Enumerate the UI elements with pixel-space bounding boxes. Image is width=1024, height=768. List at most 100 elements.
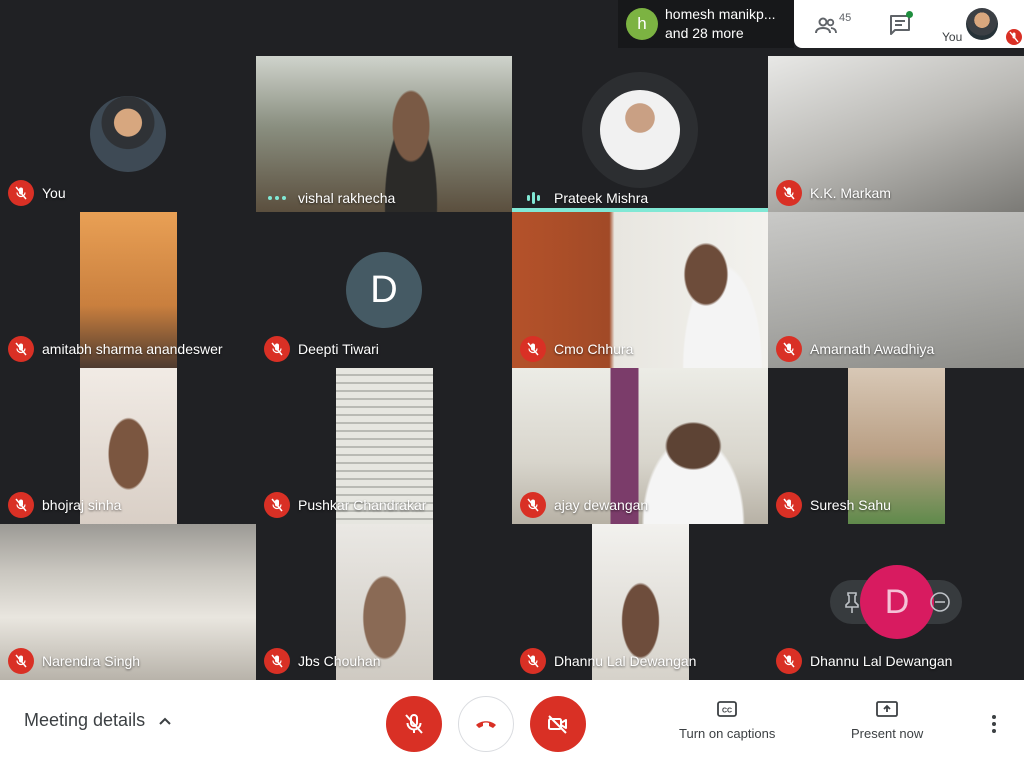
participant-tile[interactable]: Suresh Sahu bbox=[768, 368, 1024, 524]
hang-up-icon bbox=[476, 721, 496, 728]
participant-tile[interactable]: Dhannu Lal Dewangan bbox=[512, 524, 768, 680]
captions-button[interactable]: CC Turn on captions bbox=[679, 700, 775, 741]
mic-off-icon bbox=[264, 492, 290, 518]
participant-tile[interactable]: bhojraj sinha bbox=[0, 368, 256, 524]
participant-name: Suresh Sahu bbox=[810, 497, 891, 513]
mic-off-icon bbox=[8, 648, 34, 674]
participant-tile[interactable]: vishal rakhecha bbox=[256, 56, 512, 212]
participant-avatar-letter: D bbox=[346, 252, 422, 328]
meeting-details-button[interactable]: Meeting details bbox=[24, 710, 173, 731]
participant-label: Deepti Tiwari bbox=[264, 336, 379, 362]
participant-label: Dhannu Lal Dewangan bbox=[776, 648, 952, 674]
mic-off-icon bbox=[776, 180, 802, 206]
mic-off-icon bbox=[520, 492, 546, 518]
participant-label: vishal rakhecha bbox=[264, 190, 395, 206]
pin-icon[interactable] bbox=[842, 590, 862, 614]
participant-name: Prateek Mishra bbox=[554, 190, 649, 206]
camera-toggle-button[interactable] bbox=[530, 696, 586, 752]
participant-name: bhojraj sinha bbox=[42, 497, 122, 513]
participant-label: Dhannu Lal Dewangan bbox=[520, 648, 696, 674]
connecting-dots-icon bbox=[264, 196, 290, 200]
self-mic-off-icon bbox=[1006, 29, 1022, 45]
participant-name: amitabh sharma anandeswer bbox=[42, 341, 223, 357]
chevron-up-icon bbox=[159, 717, 171, 725]
participant-label: Suresh Sahu bbox=[776, 492, 891, 518]
minimize-icon[interactable] bbox=[929, 591, 951, 613]
chat-button[interactable] bbox=[888, 11, 916, 37]
participant-tile[interactable]: amitabh sharma anandeswer bbox=[0, 212, 256, 368]
present-icon bbox=[876, 701, 899, 717]
participant-name: Deepti Tiwari bbox=[298, 341, 379, 357]
presenter-text: homesh manikp... and 28 more bbox=[665, 5, 776, 43]
captions-icon: CC bbox=[717, 701, 738, 717]
present-label: Present now bbox=[851, 726, 924, 741]
participant-avatar-photo bbox=[90, 96, 166, 172]
video-feed bbox=[662, 212, 768, 368]
mic-off-icon bbox=[405, 714, 423, 734]
mic-off-icon bbox=[776, 492, 802, 518]
participant-name: You bbox=[42, 185, 66, 201]
presenter-more: and 28 more bbox=[665, 25, 744, 41]
participant-name: Amarnath Awadhiya bbox=[810, 341, 935, 357]
participant-label: Amarnath Awadhiya bbox=[776, 336, 934, 362]
participant-name: Dhannu Lal Dewangan bbox=[554, 653, 697, 669]
presenter-avatar: h bbox=[626, 8, 658, 40]
participant-label: Narendra Singh bbox=[8, 648, 140, 674]
bottom-bar: Meeting details CC Turn on captions Pres… bbox=[0, 680, 1024, 768]
people-count: 45 bbox=[839, 12, 852, 24]
speaking-icon bbox=[520, 192, 546, 204]
self-view-avatar: D bbox=[860, 565, 934, 639]
self-preview[interactable]: You bbox=[936, 0, 1024, 48]
participant-tile[interactable]: Prateek Mishra bbox=[512, 56, 768, 212]
participant-label: amitabh sharma anandeswer bbox=[8, 336, 223, 362]
participant-tile[interactable]: Jbs Chouhan bbox=[256, 524, 512, 680]
participant-name: Pushkar Chandrakar bbox=[298, 497, 427, 513]
mic-off-icon bbox=[8, 180, 34, 206]
mic-toggle-button[interactable] bbox=[386, 696, 442, 752]
participant-name: Narendra Singh bbox=[42, 653, 141, 669]
leave-call-button[interactable] bbox=[458, 696, 514, 752]
mic-off-icon bbox=[8, 336, 34, 362]
participant-label: Pushkar Chandrakar bbox=[264, 492, 426, 518]
video-feed bbox=[366, 56, 456, 212]
mic-off-icon bbox=[776, 648, 802, 674]
top-bar: h homesh manikp... and 28 more 45 You bbox=[0, 0, 1024, 56]
participant-tile[interactable]: Amarnath Awadhiya bbox=[768, 212, 1024, 368]
mic-off-icon bbox=[520, 648, 546, 674]
participant-label: bhojraj sinha bbox=[8, 492, 121, 518]
self-label: You bbox=[942, 30, 963, 44]
people-icon bbox=[815, 17, 837, 34]
presenter-chip[interactable]: h homesh manikp... and 28 more bbox=[618, 0, 794, 48]
participant-tile[interactable]: Pushkar Chandrakar bbox=[256, 368, 512, 524]
svg-text:CC: CC bbox=[722, 708, 732, 715]
participant-tile[interactable]: You bbox=[0, 56, 256, 212]
participant-tile[interactable]: ajay dewangan bbox=[512, 368, 768, 524]
participant-label: You bbox=[8, 180, 66, 206]
participant-tile[interactable]: Narendra Singh bbox=[0, 524, 256, 680]
people-button[interactable]: 45 bbox=[814, 10, 860, 38]
participant-tile[interactable]: K.K. Markam bbox=[768, 56, 1024, 212]
participant-name: K.K. Markam bbox=[810, 185, 891, 201]
participant-name: vishal rakhecha bbox=[298, 190, 396, 206]
mic-off-icon bbox=[264, 336, 290, 362]
present-now-button[interactable]: Present now bbox=[851, 700, 923, 741]
participant-name: Jbs Chouhan bbox=[298, 653, 381, 669]
more-options-icon[interactable] bbox=[982, 712, 1006, 736]
mic-off-icon bbox=[264, 648, 290, 674]
mic-off-icon bbox=[520, 336, 546, 362]
camera-off-icon bbox=[548, 715, 567, 734]
participant-avatar-photo bbox=[582, 72, 698, 188]
captions-label: Turn on captions bbox=[679, 726, 776, 741]
participant-tile[interactable]: Cmo Chhura bbox=[512, 212, 768, 368]
participant-label: Cmo Chhura bbox=[520, 336, 633, 362]
presenter-name: homesh manikp... bbox=[665, 6, 776, 22]
mic-off-icon bbox=[8, 492, 34, 518]
participant-label: Prateek Mishra bbox=[520, 190, 648, 206]
meeting-details-label: Meeting details bbox=[24, 710, 146, 730]
participant-name: Cmo Chhura bbox=[554, 341, 634, 357]
participant-tile[interactable]: D Deepti Tiwari bbox=[256, 212, 512, 368]
self-thumbnail bbox=[966, 8, 998, 40]
participant-label: ajay dewangan bbox=[520, 492, 648, 518]
mic-off-icon bbox=[776, 336, 802, 362]
participant-label: K.K. Markam bbox=[776, 180, 891, 206]
